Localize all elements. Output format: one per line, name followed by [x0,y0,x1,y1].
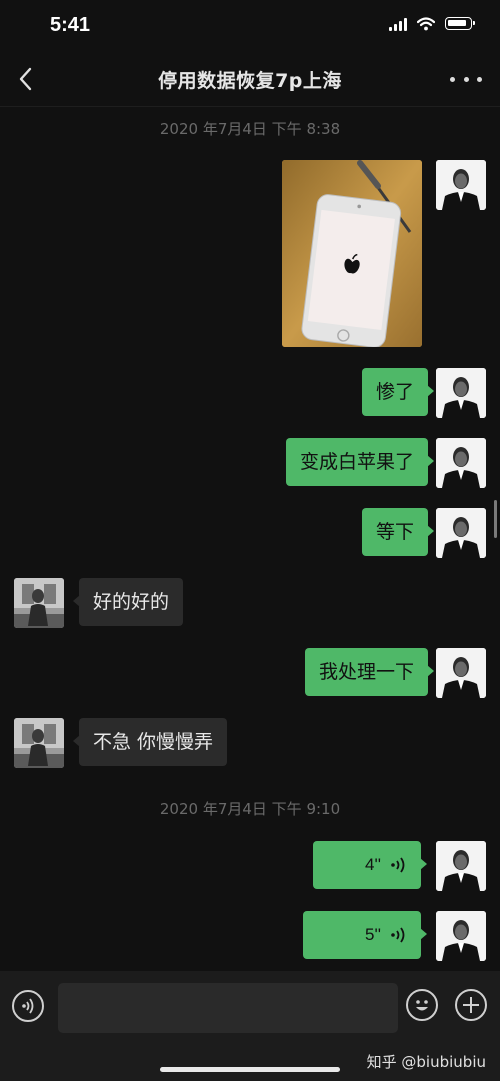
message-timestamp: 2020 年7月4日 下午 8:38 [159,120,341,138]
message-timestamp: 2020 年7月4日 下午 9:10 [159,800,341,818]
signal-icon [389,16,407,31]
nav-bar: 停用数据恢复7p上海 [0,52,500,107]
voice-message[interactable]: 5'' [303,911,427,959]
avatar[interactable] [436,368,486,418]
chat-message[interactable]: 不急 你慢慢弄 [72,718,228,766]
voice-toggle-button[interactable] [12,990,44,1022]
avatar[interactable] [14,718,64,768]
avatar-other-image [14,718,64,768]
avatar[interactable] [436,841,486,891]
avatar-self-image [436,648,486,698]
voice-duration: 5'' [365,925,381,944]
avatar-self-image [436,508,486,558]
voice-icon [22,998,34,1014]
more-icon [450,76,455,82]
avatar-self-image [436,841,486,891]
avatar[interactable] [436,160,486,210]
status-time: 5:41 [50,14,91,36]
voice-wave-icon [391,927,405,943]
watermark: 知乎 @biubiubiu [366,1053,486,1071]
avatar-self-image [436,438,486,488]
phone-photo [282,160,422,347]
plus-icon [463,997,479,1013]
more-functions-button[interactable] [455,989,487,1021]
emoji-button[interactable] [406,989,438,1021]
chat-message[interactable]: 好的好的 [72,578,184,626]
voice-duration: 4'' [365,855,381,874]
avatar-self-image [436,911,486,961]
battery-icon [445,17,475,30]
avatar[interactable] [436,508,486,558]
more-button[interactable] [450,66,482,92]
photo-message[interactable] [282,160,422,347]
avatar-self-image [436,160,486,210]
scrollbar[interactable] [494,500,497,538]
status-bar: 5:41 [0,0,500,52]
avatar[interactable] [14,578,64,628]
avatar-self-image [436,368,486,418]
avatar[interactable] [436,911,486,961]
avatar[interactable] [436,438,486,488]
emoji-icon [416,1000,428,1011]
chat-message[interactable]: 变成白苹果了 [285,438,435,486]
chat-message[interactable]: 我处理一下 [304,648,435,696]
chat-message[interactable]: 惨了 [361,368,435,416]
voice-wave-icon [391,857,405,873]
chat-title: 停用数据恢复7p上海 [158,70,342,92]
avatar-other-image [14,578,64,628]
chat-message[interactable]: 等下 [361,508,435,556]
message-input[interactable] [58,983,398,1033]
input-bar: 知乎 @biubiubiu [0,971,500,1081]
home-indicator [160,1067,340,1072]
wifi-icon [417,16,435,30]
avatar[interactable] [436,648,486,698]
voice-message[interactable]: 4'' [313,841,427,889]
status-icons [389,16,475,31]
